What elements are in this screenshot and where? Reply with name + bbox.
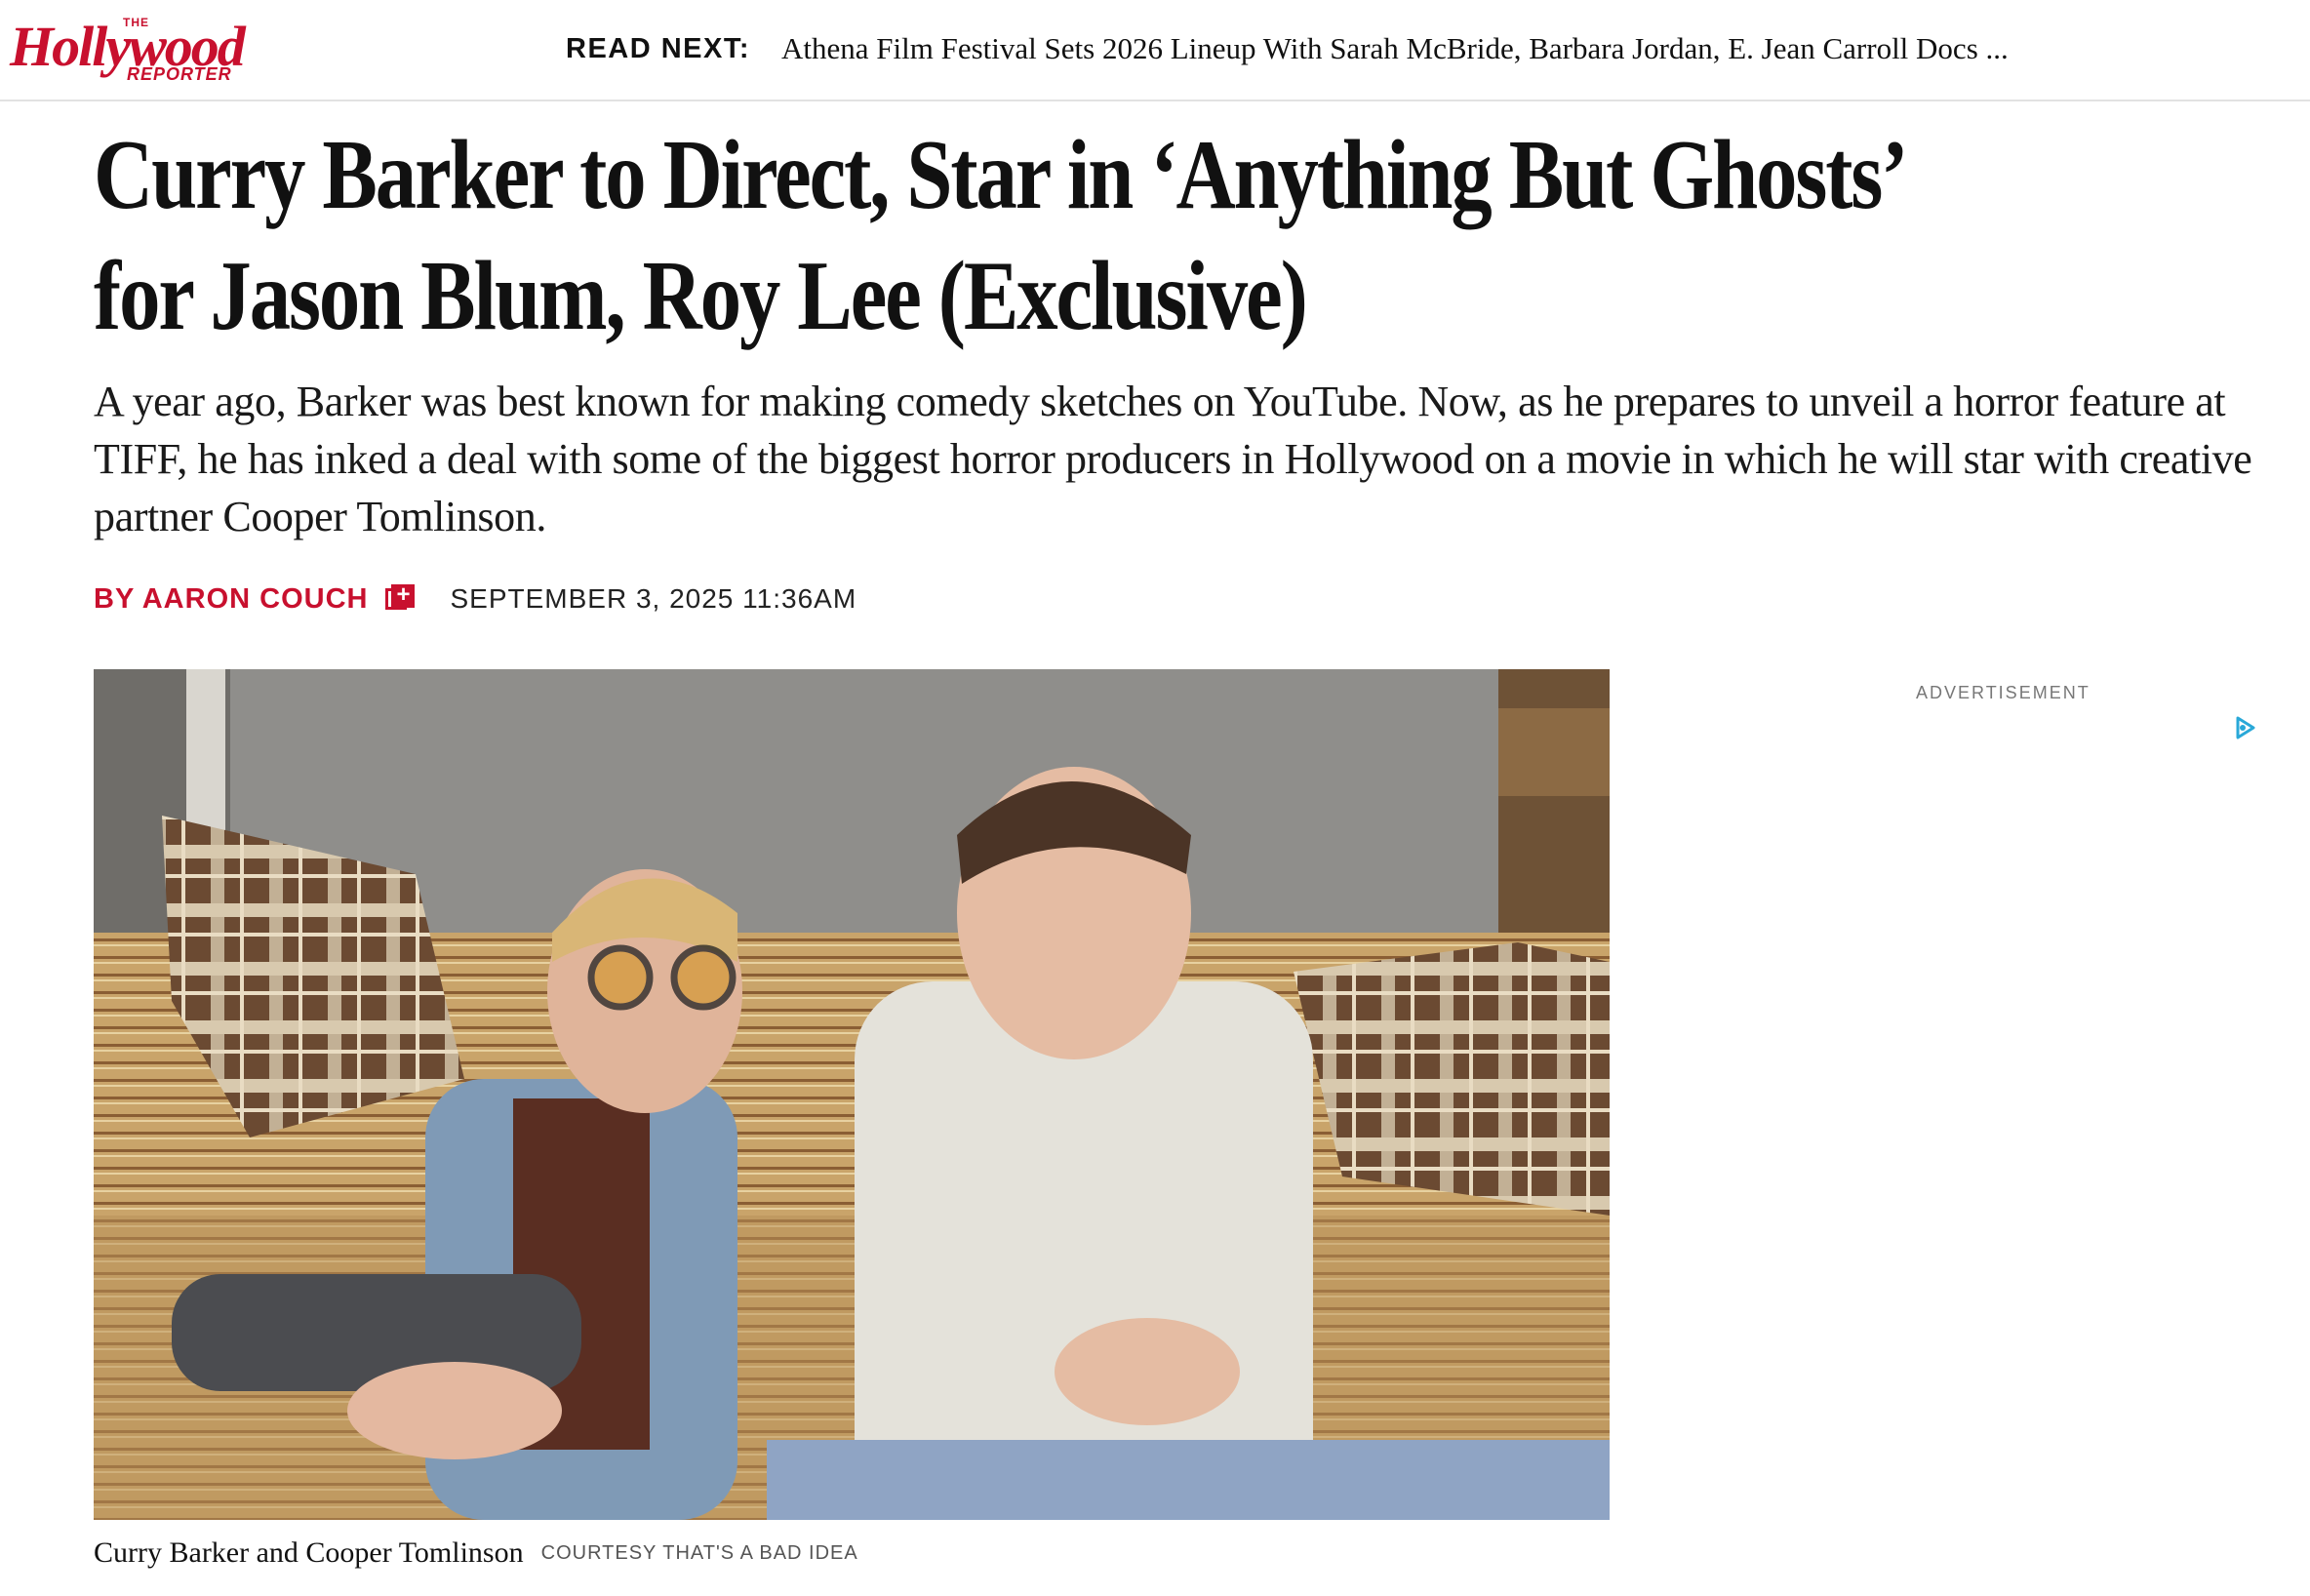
read-next-label: READ NEXT: bbox=[566, 32, 751, 64]
photo-illustration bbox=[94, 669, 1610, 1520]
publish-date: SEPTEMBER 3, 2025 11:36AM bbox=[450, 583, 857, 614]
site-logo[interactable]: Hollywood THE REPORTER bbox=[10, 12, 263, 86]
image-caption-row: Curry Barker and Cooper Tomlinson COURTE… bbox=[94, 1534, 858, 1573]
advertisement-label: ADVERTISEMENT bbox=[1916, 683, 2091, 702]
top-bar: Hollywood THE REPORTER READ NEXT: Athena… bbox=[0, 0, 2310, 101]
article-headline: Curry Barker to Direct, Star in ‘Anythin… bbox=[94, 120, 1902, 352]
article-deck: A year ago, Barker was best known for ma… bbox=[94, 378, 2252, 540]
author-link[interactable]: BY AARON COUCH bbox=[94, 583, 368, 616]
logo-the: THE bbox=[123, 16, 149, 29]
logo-reporter: REPORTER bbox=[127, 64, 232, 84]
image-credit: COURTESY THAT'S A BAD IDEA bbox=[540, 1541, 858, 1564]
read-next: READ NEXT: Athena Film Festival Sets 202… bbox=[566, 29, 2009, 68]
follow-plus-icon[interactable]: + bbox=[385, 582, 416, 614]
adchoices-icon[interactable] bbox=[2232, 714, 2259, 741]
article-hero-image[interactable] bbox=[94, 669, 1610, 1520]
byline: BY AARON COUCH + SEPTEMBER 3, 2025 11:36… bbox=[94, 579, 856, 618]
image-caption: Curry Barker and Cooper Tomlinson bbox=[94, 1536, 524, 1569]
read-next-link[interactable]: Athena Film Festival Sets 2026 Lineup Wi… bbox=[781, 31, 2009, 66]
